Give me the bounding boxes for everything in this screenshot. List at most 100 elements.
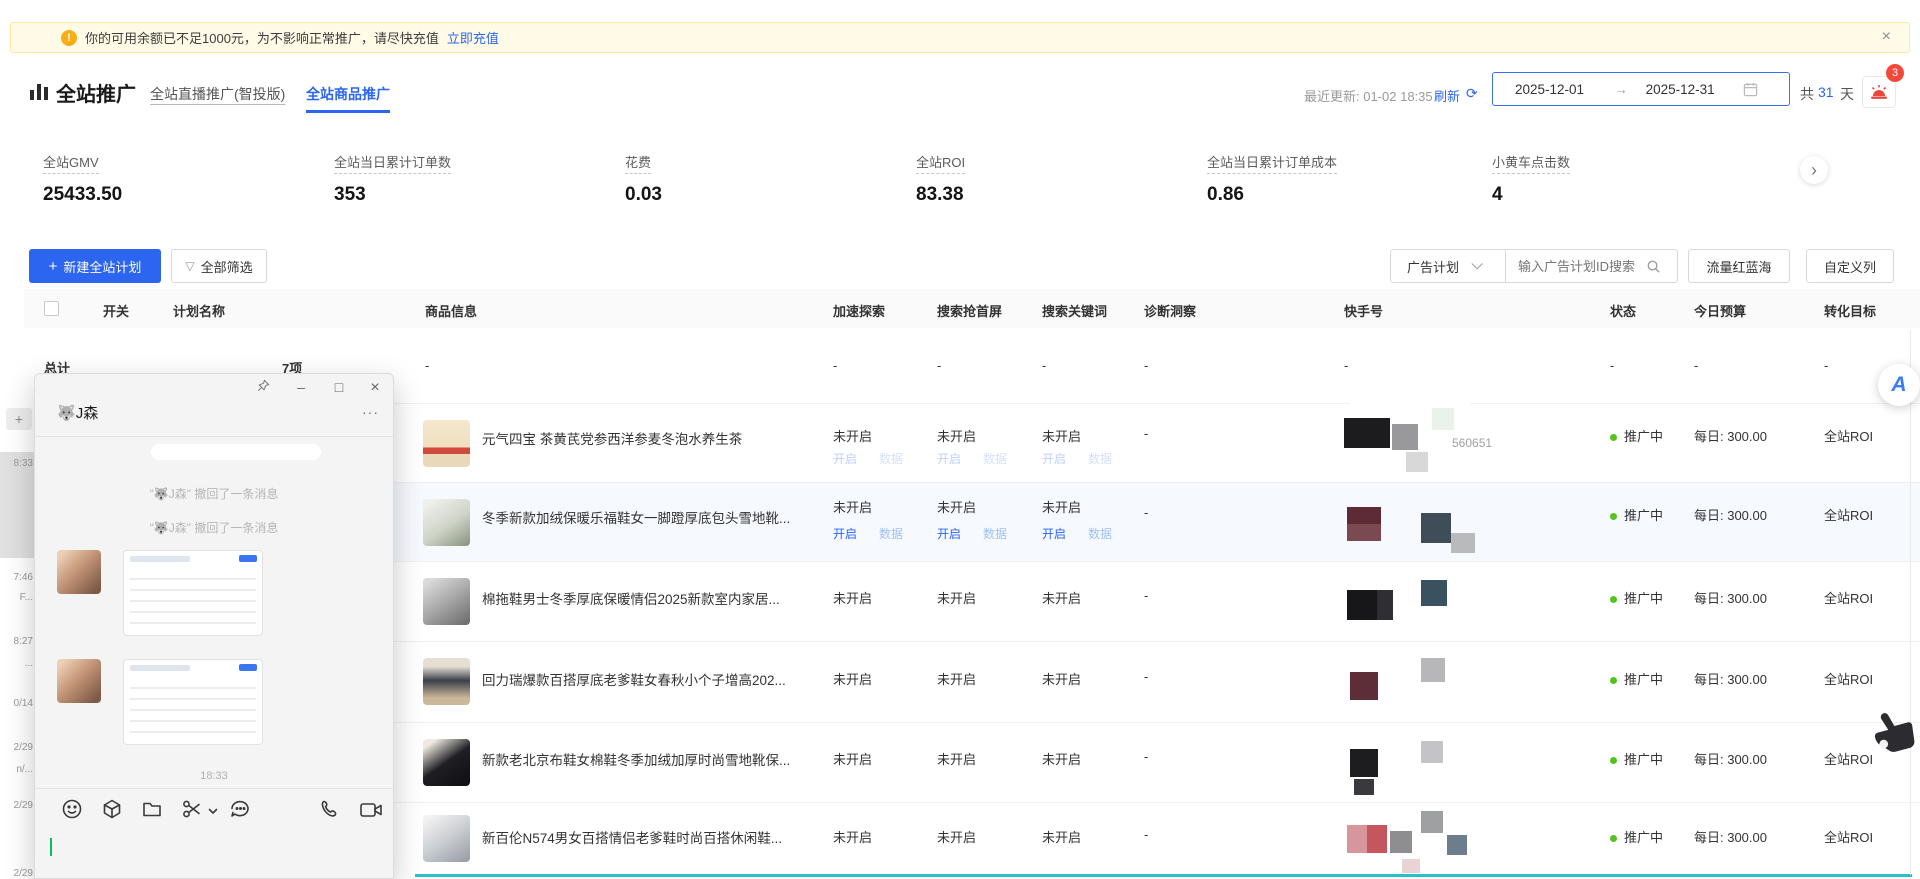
mini-button bbox=[239, 555, 257, 562]
emoji-icon[interactable] bbox=[61, 798, 83, 820]
select-all-checkbox[interactable] bbox=[44, 301, 59, 316]
enable-link[interactable]: 开启 bbox=[1042, 525, 1066, 542]
tab-product-promotion[interactable]: 全站商品推广 bbox=[306, 84, 390, 113]
chat-list-time[interactable]: 8:27 bbox=[14, 636, 33, 647]
enable-link[interactable]: 开启 bbox=[833, 450, 857, 467]
stat-roi: 全站ROI 83.38 bbox=[916, 152, 965, 206]
accelerate-status: 未开启 bbox=[833, 497, 872, 516]
date-range-picker[interactable]: 2025-12-01 → 2025-12-31 bbox=[1492, 72, 1790, 106]
filter-button[interactable]: ▽ 全部筛选 bbox=[171, 249, 267, 283]
censored-block bbox=[1390, 831, 1412, 853]
total-dash: - bbox=[1144, 358, 1148, 373]
refresh-button[interactable]: 刷新 bbox=[1434, 86, 1460, 105]
message-image[interactable] bbox=[123, 550, 263, 636]
filter-icon: ▽ bbox=[185, 259, 194, 273]
chat-list-time[interactable]: n/... bbox=[16, 764, 33, 775]
chat-more-icon[interactable]: ··· bbox=[362, 404, 379, 420]
chat-list-time[interactable]: 2/29 bbox=[14, 868, 33, 879]
stat-value: 83.38 bbox=[916, 184, 965, 206]
custom-columns-button[interactable]: 自定义列 bbox=[1806, 249, 1894, 283]
search-screen-status: 未开启 bbox=[937, 827, 976, 846]
date-start[interactable]: 2025-12-01 bbox=[1515, 82, 1584, 97]
enable-link[interactable]: 开启 bbox=[937, 525, 961, 542]
warning-icon: ! bbox=[61, 30, 77, 46]
voice-call-icon[interactable] bbox=[319, 798, 341, 820]
box-icon[interactable] bbox=[101, 798, 123, 820]
recharge-link[interactable]: 立即充值 bbox=[447, 28, 499, 47]
pin-icon[interactable] bbox=[251, 379, 275, 395]
status-dot bbox=[1610, 677, 1617, 684]
enable-link[interactable]: 开启 bbox=[833, 525, 857, 542]
goal-cell: 全站ROI bbox=[1824, 588, 1873, 607]
data-link[interactable]: 数据 bbox=[879, 450, 903, 467]
balance-warning-banner: ! 你的可用余额已不足1000元，为不影响正常推广，请尽快充值 立即充值 × bbox=[10, 22, 1910, 53]
chat-list-time[interactable]: 8:33 bbox=[14, 458, 33, 469]
data-link[interactable]: 数据 bbox=[1088, 525, 1112, 542]
data-link[interactable]: 数据 bbox=[879, 525, 903, 542]
message-time: 18:33 bbox=[35, 770, 393, 782]
data-link[interactable]: 数据 bbox=[983, 525, 1007, 542]
video-call-icon[interactable] bbox=[359, 800, 381, 822]
traffic-red-blue-button[interactable]: 流量红蓝海 bbox=[1688, 249, 1790, 283]
minimize-icon[interactable]: – bbox=[289, 379, 313, 395]
avatar bbox=[57, 550, 101, 594]
banner-close-icon[interactable]: × bbox=[1882, 28, 1891, 46]
total-days-unit: 天 bbox=[1840, 84, 1854, 104]
search-keyword-status: 未开启 bbox=[1042, 669, 1081, 688]
chat-input-area[interactable] bbox=[35, 830, 394, 879]
product-title[interactable]: 新款老北京布鞋女棉鞋冬季加绒加厚时尚雪地靴保... bbox=[482, 749, 832, 769]
plan-search-input[interactable] bbox=[1518, 259, 1646, 274]
goal-cell: 全站ROI bbox=[1824, 669, 1873, 688]
data-link[interactable]: 数据 bbox=[983, 450, 1007, 467]
censored-block bbox=[1350, 749, 1378, 777]
product-title[interactable]: 元气四宝 茶黄芪党参西洋参麦冬泡水养生茶 bbox=[482, 428, 832, 448]
banner-text: 你的可用余额已不足1000元，为不影响正常推广，请尽快充值 bbox=[85, 28, 439, 47]
chevron-down-icon bbox=[1471, 258, 1482, 269]
message-image[interactable] bbox=[123, 659, 263, 745]
refresh-icon[interactable]: ⟳ bbox=[1466, 85, 1478, 102]
total-days-prefix: 共 bbox=[1800, 84, 1814, 104]
data-link[interactable]: 数据 bbox=[1088, 450, 1112, 467]
tab-live-promotion[interactable]: 全站直播推广(智投版) bbox=[150, 84, 285, 104]
status-text: 推广中 bbox=[1624, 830, 1663, 845]
status-cell: 推广中 bbox=[1610, 588, 1663, 607]
chat-add-button[interactable]: + bbox=[6, 408, 32, 430]
goal-cell: 全站ROI bbox=[1824, 827, 1873, 846]
maximize-icon[interactable]: □ bbox=[327, 379, 351, 395]
close-icon[interactable]: × bbox=[363, 379, 387, 397]
goal-cell: 全站ROI bbox=[1824, 505, 1873, 524]
search-icon[interactable] bbox=[1646, 259, 1661, 274]
enable-link[interactable]: 开启 bbox=[1042, 450, 1066, 467]
stat-label: 花费 bbox=[625, 152, 651, 174]
product-title[interactable]: 新百伦N574男女百搭情侣老爹鞋时尚百搭休闲鞋... bbox=[482, 827, 832, 847]
scissors-chevron-down-icon[interactable] bbox=[207, 804, 229, 826]
new-plan-button[interactable]: + 新建全站计划 bbox=[29, 249, 161, 283]
chat-list-time[interactable]: 0/14 bbox=[14, 698, 33, 709]
product-title[interactable]: 棉拖鞋男士冬季厚底保暖情侣2025新款室内家居... bbox=[482, 588, 832, 608]
screenshot-scissors-icon[interactable] bbox=[181, 798, 203, 820]
enable-link[interactable]: 开启 bbox=[937, 450, 961, 467]
date-end[interactable]: 2025-12-31 bbox=[1646, 82, 1715, 97]
censored-block bbox=[1344, 418, 1390, 448]
chat-list-time[interactable]: 2/29 bbox=[14, 800, 33, 811]
search-screen-status: 未开启 bbox=[937, 669, 976, 688]
chat-list-time[interactable]: ... bbox=[25, 658, 33, 669]
status-dot bbox=[1610, 596, 1617, 603]
product-title[interactable]: 回力瑞爆款百搭厚底老爹鞋女春秋小个子增高202... bbox=[482, 669, 832, 689]
stat-gmv: 全站GMV 25433.50 bbox=[43, 152, 122, 206]
product-thumbnail bbox=[423, 578, 470, 625]
accelerate-status: 未开启 bbox=[833, 749, 872, 768]
chat-list-time[interactable]: 2/29 bbox=[14, 742, 33, 753]
chat-history-icon[interactable] bbox=[229, 798, 251, 820]
budget-cell: 每日: 300.00 bbox=[1694, 749, 1767, 768]
plan-type-select[interactable]: 广告计划 bbox=[1390, 249, 1506, 283]
chat-list-time[interactable]: F... bbox=[20, 592, 33, 603]
product-title[interactable]: 冬季新款加绒保暖乐福鞋女一脚蹬厚底包头雪地靴... bbox=[482, 507, 832, 527]
chat-list-time[interactable]: 7:46 bbox=[14, 572, 33, 583]
assistant-float-button[interactable]: A bbox=[1878, 364, 1920, 406]
accelerate-status: 未开启 bbox=[833, 426, 872, 445]
censored-block bbox=[1432, 408, 1454, 430]
chat-toolbar-divider bbox=[35, 788, 394, 789]
stats-next-chevron-icon[interactable]: › bbox=[1800, 156, 1828, 184]
folder-icon[interactable] bbox=[141, 798, 163, 820]
